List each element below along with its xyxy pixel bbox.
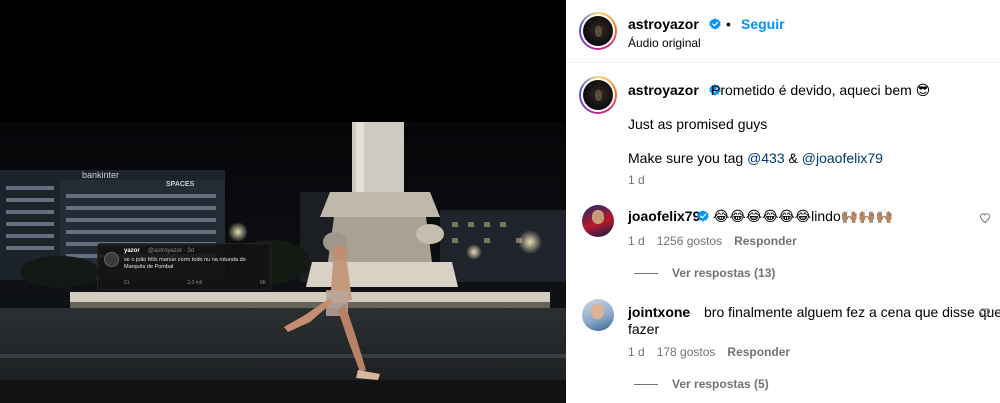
comment-timestamp[interactable]: 1 d [628,345,645,359]
caption-author-username[interactable]: astroyazor [628,82,699,98]
verified-badge-icon [709,18,721,30]
tweet-like-count: 9K [259,280,266,286]
view-replies-button[interactable]: Ver respostas (5) [634,377,769,391]
verified-badge-icon [697,210,709,222]
comment-username[interactable]: joaofelix79 [628,208,700,224]
view-replies-label: Ver respostas (13) [672,266,776,280]
tweet-retweet-count: 2,0 mil [187,280,203,286]
mention-433[interactable]: @433 [747,150,785,166]
comment-meta: 1 d 178 gostos Responder [628,345,802,359]
caption-ampersand: & [784,150,802,166]
caption-line-2: Just as promised guys [628,116,768,132]
tweet-reply-count: 51 [124,280,130,286]
video-frame[interactable]: bankinter SPACES [0,122,566,403]
video-player[interactable]: bankinter SPACES yazor @astroyazor · 3d … [0,0,566,403]
caption-line-1: Prometido é devido, aqueci bem 😎 [711,82,931,98]
comment-avatar-joaofelix79[interactable] [582,205,614,237]
comment-avatar-jointxone[interactable] [582,299,614,331]
building-sign-bankinter: bankinter [82,170,119,180]
tweet-actions: 51 2,0 mil 9K [124,280,266,286]
post-header: astroyazor • Seguir Áudio original [566,0,1000,63]
building-sign-spaces: SPACES [166,181,195,188]
comment-timestamp[interactable]: 1 d [628,234,645,248]
comment-like-count[interactable]: 178 gostos [657,345,716,359]
caption-author-avatar[interactable] [579,76,617,114]
heart-icon[interactable] [979,307,991,319]
night-scene: bankinter SPACES [0,122,566,403]
follow-button[interactable]: Seguir [741,16,785,32]
reply-button[interactable]: Responder [727,345,790,359]
tweet-author-handle: @astroyazor · 3d [148,248,195,254]
author-avatar[interactable] [579,12,617,50]
comment-text-line-1: bro finalmente alguem fez a cena que dis… [704,304,1000,320]
author-username[interactable]: astroyazor [628,16,699,32]
caption-line-3: Make sure you tag @433 & @joaofelix79 [628,150,883,166]
caption-line-3-prefix: Make sure you tag [628,150,748,166]
comment-text: 😂😂😂😂😂😂lindo🙌🏽🙌🏽🙌🏽 [713,208,894,224]
comment-like-count[interactable]: 1256 gostos [657,234,722,248]
mention-joaofelix79[interactable]: @joaofelix79 [802,150,883,166]
view-replies-button[interactable]: Ver respostas (13) [634,266,775,280]
heart-icon[interactable] [979,212,991,224]
post-side-panel: astroyazor • Seguir Áudio original astro… [566,0,1000,403]
caption-timestamp[interactable]: 1 d [628,173,645,187]
tweet-author-name: yazor [124,248,140,254]
tweet-text: se o joão félix marcar corro todo nu na … [124,257,246,270]
comment-username[interactable]: jointxone [628,304,690,320]
tweet-avatar [104,252,119,267]
replies-divider-line [634,273,658,275]
comment-text-line-2: fazer [628,321,660,337]
view-replies-label: Ver respostas (5) [672,377,769,391]
tweet-overlay: yazor @astroyazor · 3d se o joão félix m… [97,243,271,290]
comment-meta: 1 d 1256 gostos Responder [628,234,809,248]
reply-button[interactable]: Responder [734,234,797,248]
audio-link[interactable]: Áudio original [628,36,701,50]
separator-dot: • [726,16,731,32]
replies-divider-line [634,384,658,386]
